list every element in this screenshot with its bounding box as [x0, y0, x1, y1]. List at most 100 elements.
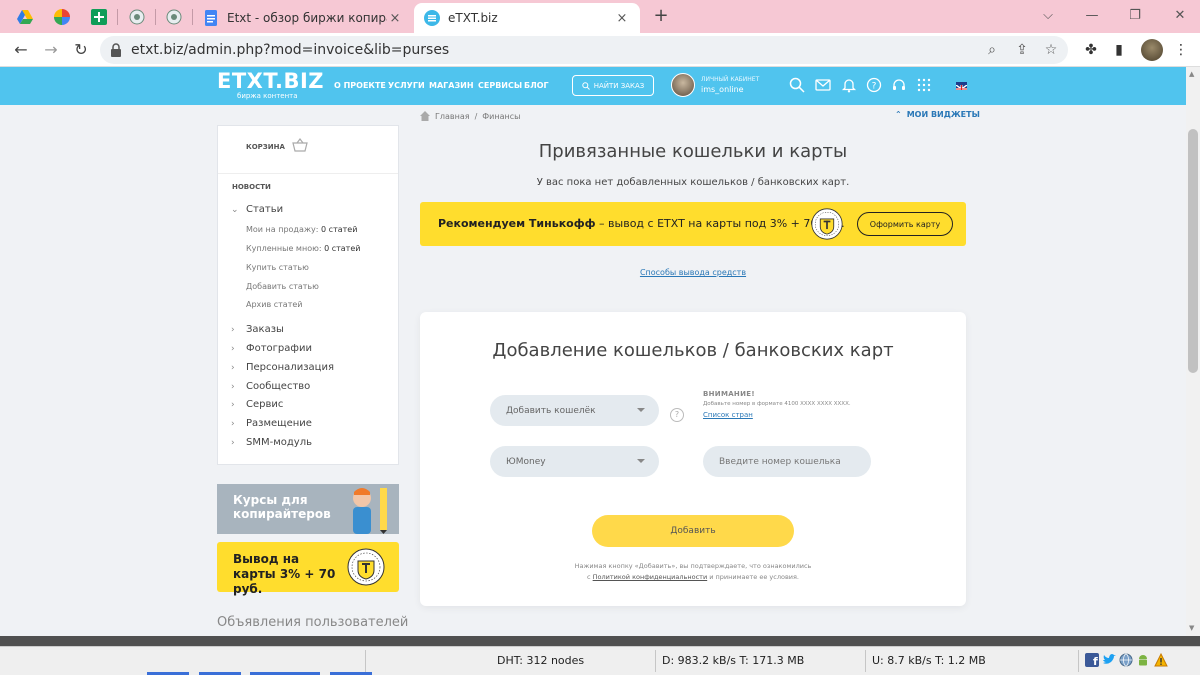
- menu-about[interactable]: О ПРОЕКТЕ: [334, 81, 386, 90]
- user-avatar[interactable]: [671, 73, 695, 97]
- card-withdraw-promo-banner[interactable]: Вывод на карты 3% + 70 руб.: [217, 542, 399, 596]
- lock-icon[interactable]: [110, 43, 124, 57]
- scroll-down-icon[interactable]: ▼: [1189, 624, 1194, 632]
- menu-blog[interactable]: БЛОГ: [524, 81, 549, 90]
- empty-state-text: У вас пока нет добавленных кошельков / б…: [536, 177, 850, 188]
- order-card-button[interactable]: Оформить карту: [857, 212, 953, 236]
- twitter-icon[interactable]: [1102, 653, 1116, 667]
- home-icon[interactable]: [420, 111, 430, 121]
- extensions-icon[interactable]: ✤: [1082, 41, 1100, 59]
- browser-menu-icon[interactable]: ⋮: [1172, 41, 1190, 59]
- wallet-number-input[interactable]: Введите номер кошелька: [703, 446, 871, 477]
- etxt-logo[interactable]: ETXT.BIZ биржа контента: [217, 70, 324, 100]
- address-bar[interactable]: etxt.biz/admin.php?mod=invoice&lib=purse…: [100, 36, 1068, 64]
- dht-status: DHT: 312 nodes: [497, 654, 585, 667]
- google-drive-icon[interactable]: [14, 6, 36, 28]
- close-window-button[interactable]: ✕: [1168, 5, 1192, 27]
- courses-promo-banner[interactable]: Курсы для копирайтеров: [217, 484, 399, 534]
- add-wallet-select[interactable]: Добавить кошелёк: [490, 395, 659, 426]
- chevron-right-icon[interactable]: ›: [231, 438, 235, 448]
- sidebar-sub-count: 0 статей: [324, 244, 361, 253]
- reload-button[interactable]: ↻: [70, 39, 92, 61]
- zoom-icon[interactable]: ⌕: [983, 41, 1001, 59]
- username[interactable]: ims_online: [701, 85, 744, 94]
- sidebar-item-community[interactable]: Сообщество: [246, 381, 310, 392]
- mail-icon[interactable]: [815, 77, 833, 95]
- chevron-right-icon[interactable]: ›: [231, 363, 235, 373]
- sidebar-item-placement[interactable]: Размещение: [246, 418, 312, 429]
- close-tab-icon[interactable]: ×: [387, 11, 403, 26]
- help-icon[interactable]: ?: [670, 408, 684, 422]
- wallet-type-select[interactable]: ЮMoney: [490, 446, 659, 477]
- menu-shop[interactable]: МАГАЗИН: [429, 81, 474, 90]
- back-button[interactable]: ←: [10, 39, 32, 61]
- menu-services[interactable]: УСЛУГИ: [388, 81, 425, 90]
- chevron-right-icon[interactable]: ›: [231, 419, 235, 429]
- scroll-up-icon[interactable]: ▲: [1189, 70, 1194, 78]
- warning-icon[interactable]: [1154, 652, 1168, 667]
- android-icon[interactable]: [1136, 653, 1150, 667]
- google-sheets-add-icon[interactable]: [88, 6, 110, 28]
- chevron-right-icon[interactable]: ›: [231, 344, 235, 354]
- news-link[interactable]: НОВОСТИ: [232, 183, 271, 191]
- search-icon[interactable]: [789, 77, 807, 95]
- chevron-right-icon[interactable]: ›: [231, 382, 235, 392]
- chevron-right-icon[interactable]: ›: [231, 325, 235, 335]
- bookmark-star-icon[interactable]: ☆: [1042, 41, 1060, 59]
- cabinet-label[interactable]: ЛИЧНЫЙ КАБИНЕТ: [701, 76, 759, 83]
- add-button[interactable]: Добавить: [592, 515, 794, 547]
- countries-list-link[interactable]: Список стран: [703, 411, 753, 419]
- sidebar-item-personalization[interactable]: Персонализация: [246, 362, 334, 373]
- tinkoff-banner-bold: Рекомендуем Тинькофф: [438, 217, 596, 230]
- sidebar-item-photos[interactable]: Фотографии: [246, 343, 312, 354]
- sidebar-sub-bought[interactable]: Купленные мною: 0 статей: [246, 244, 360, 253]
- forward-button[interactable]: →: [40, 39, 62, 61]
- site-emblem-icon[interactable]: [163, 6, 185, 28]
- sidebar-sub-add-article[interactable]: Добавить статью: [246, 282, 319, 291]
- help-icon[interactable]: ?: [866, 77, 884, 95]
- support-headset-icon[interactable]: [891, 77, 909, 95]
- tab-etxt-review[interactable]: Etxt - обзор биржи копирайтин ×: [193, 3, 413, 33]
- new-tab-button[interactable]: +: [651, 5, 671, 27]
- logo-subtitle: биржа контента: [237, 92, 298, 100]
- cart-label[interactable]: КОРЗИНА: [246, 143, 285, 151]
- sidebar-item-orders[interactable]: Заказы: [246, 324, 284, 335]
- sidebar-item-smm[interactable]: SMM-модуль: [246, 437, 312, 448]
- my-widgets-label: МОИ ВИДЖЕТЫ: [906, 110, 980, 119]
- close-tab-icon[interactable]: ×: [614, 11, 630, 26]
- apps-grid-icon[interactable]: [916, 77, 934, 95]
- sidebar-item-service[interactable]: Сервис: [246, 399, 283, 410]
- sidebar-sub-archive[interactable]: Архив статей: [246, 300, 302, 309]
- scrollbar-thumb[interactable]: [1188, 129, 1198, 373]
- facebook-icon[interactable]: f: [1085, 653, 1099, 668]
- globe-icon[interactable]: [1119, 653, 1133, 667]
- sidebar-item-articles[interactable]: Статьи: [246, 204, 283, 215]
- profile-avatar[interactable]: [1141, 39, 1163, 61]
- chevron-down-icon[interactable]: ⌄: [231, 205, 239, 215]
- privacy-policy-link[interactable]: Политикой конфиденциальности: [593, 573, 708, 581]
- url-text[interactable]: etxt.biz/admin.php?mod=invoice&lib=purse…: [131, 42, 449, 58]
- my-widgets-toggle[interactable]: ⌃ МОИ ВИДЖЕТЫ: [895, 110, 980, 119]
- uk-flag-icon[interactable]: [956, 82, 967, 90]
- share-icon[interactable]: ⇪: [1013, 41, 1031, 59]
- site-emblem-icon[interactable]: [126, 6, 148, 28]
- google-photos-icon[interactable]: [51, 6, 73, 28]
- find-order-button[interactable]: НАЙТИ ЗАКАЗ: [572, 75, 654, 96]
- menu-tools[interactable]: СЕРВИСЫ: [478, 81, 522, 90]
- consent-post: и принимаете ее условия.: [707, 573, 800, 581]
- minimize-button[interactable]: —: [1080, 5, 1104, 27]
- status-separator: [1078, 650, 1079, 672]
- side-panel-icon[interactable]: ▮: [1110, 41, 1128, 59]
- tab-etxt-biz[interactable]: eTXT.biz ×: [414, 3, 640, 33]
- sidebar-sub-buy-article[interactable]: Купить статью: [246, 263, 309, 272]
- basket-icon[interactable]: [292, 138, 308, 154]
- withdraw-methods-text[interactable]: Способы вывода средств: [640, 268, 746, 277]
- bell-icon[interactable]: [841, 77, 859, 95]
- page-scrollbar[interactable]: ▲ ▼: [1186, 67, 1200, 636]
- restore-button[interactable]: ❐: [1123, 5, 1147, 27]
- tab-search-icon[interactable]: ⌵: [1036, 5, 1060, 27]
- sidebar-sub-my-for-sale[interactable]: Мои на продажу: 0 статей: [246, 225, 357, 234]
- breadcrumb-home[interactable]: Главная: [435, 112, 470, 121]
- consent-line-1: Нажимая кнопку «Добавить», вы подтвержда…: [574, 562, 812, 570]
- chevron-right-icon[interactable]: ›: [231, 400, 235, 410]
